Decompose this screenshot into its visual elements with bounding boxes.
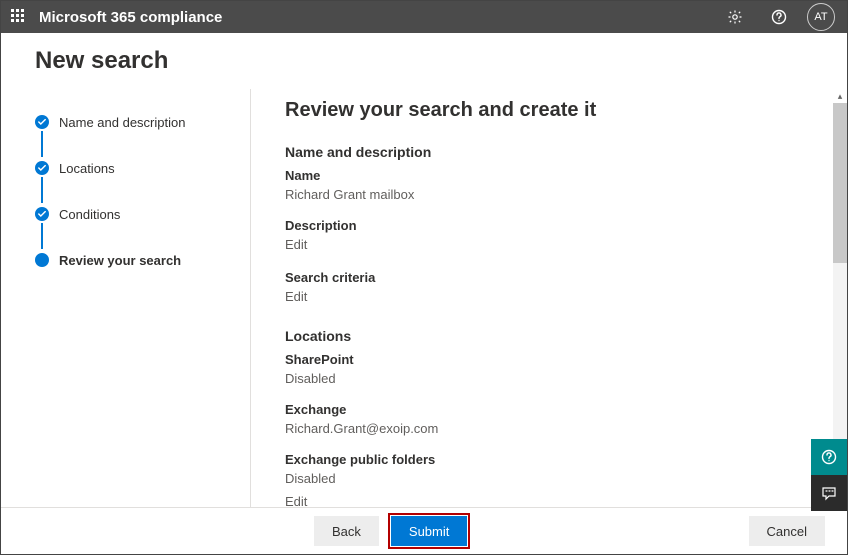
- main-panel: Review your search and create it Name an…: [251, 89, 847, 507]
- sharepoint-label: SharePoint: [285, 352, 817, 367]
- exchange-public-folders-label: Exchange public folders: [285, 452, 817, 467]
- check-icon: [35, 161, 49, 175]
- exchange-label: Exchange: [285, 402, 817, 417]
- check-icon: [35, 207, 49, 221]
- step-locations[interactable]: Locations: [35, 159, 250, 177]
- cancel-button[interactable]: Cancel: [749, 516, 825, 546]
- avatar-initials: AT: [814, 11, 827, 23]
- settings-icon[interactable]: [719, 1, 751, 33]
- sharepoint-value: Disabled: [285, 371, 817, 386]
- page-title: New search: [35, 47, 847, 75]
- step-conditions[interactable]: Conditions: [35, 205, 250, 223]
- edit-search-criteria-link[interactable]: Edit: [285, 289, 817, 304]
- description-label: Description: [285, 218, 817, 233]
- name-label: Name: [285, 168, 817, 183]
- scroll-thumb[interactable]: [833, 103, 847, 263]
- step-name-description[interactable]: Name and description: [35, 113, 250, 131]
- help-tile[interactable]: [811, 439, 847, 475]
- submit-button[interactable]: Submit: [391, 516, 467, 546]
- edit-description-link[interactable]: Edit: [285, 237, 817, 252]
- step-review[interactable]: Review your search: [35, 251, 250, 269]
- name-value: Richard Grant mailbox: [285, 187, 817, 202]
- avatar[interactable]: AT: [807, 3, 835, 31]
- section-locations: Locations: [285, 328, 817, 344]
- current-step-icon: [35, 253, 49, 267]
- scroll-up-icon[interactable]: ▴: [838, 89, 843, 103]
- app-title: Microsoft 365 compliance: [39, 9, 222, 26]
- help-icon[interactable]: [763, 1, 795, 33]
- step-label: Locations: [59, 161, 115, 176]
- step-label: Conditions: [59, 207, 120, 222]
- back-button[interactable]: Back: [314, 516, 379, 546]
- exchange-value: Richard.Grant@exoip.com: [285, 421, 817, 436]
- top-bar: Microsoft 365 compliance AT: [1, 1, 847, 33]
- edit-locations-link[interactable]: Edit: [285, 494, 817, 507]
- search-criteria-label: Search criteria: [285, 270, 817, 285]
- step-label: Review your search: [59, 253, 181, 268]
- section-name-description: Name and description: [285, 144, 817, 160]
- feedback-tile[interactable]: [811, 475, 847, 511]
- app-launcher-icon[interactable]: [11, 9, 27, 25]
- page-wrap: New search Name and description Location…: [1, 33, 847, 507]
- main-heading: Review your search and create it: [285, 99, 817, 122]
- exchange-public-folders-value: Disabled: [285, 471, 817, 486]
- check-icon: [35, 115, 49, 129]
- footer: Back Submit Cancel: [1, 507, 847, 554]
- step-label: Name and description: [59, 115, 185, 130]
- wizard-steps: Name and description Locations Condition…: [35, 89, 250, 507]
- right-rail: [811, 439, 847, 511]
